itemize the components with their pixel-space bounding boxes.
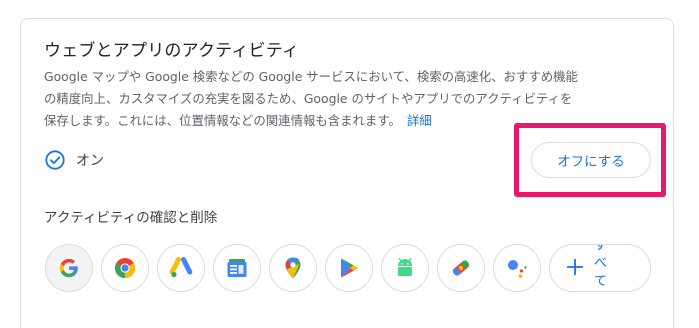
status-label: オン: [76, 153, 104, 169]
app-chip-assistant[interactable]: [493, 244, 541, 292]
google-news-icon: [225, 256, 249, 280]
show-all-button[interactable]: すべて表示: [549, 244, 651, 292]
app-chip-play[interactable]: [325, 244, 373, 292]
app-chip-android[interactable]: [381, 244, 429, 292]
plus-icon: [564, 256, 586, 278]
google-ads-icon: [169, 256, 193, 280]
activity-status: オン: [44, 146, 104, 174]
show-all-label: すべて表示: [594, 244, 608, 289]
google-play-icon: [337, 256, 361, 280]
google-assistant-icon: [505, 256, 529, 280]
app-chip-google[interactable]: [45, 244, 93, 292]
app-chip-maps[interactable]: [269, 244, 317, 292]
app-chip-chrome[interactable]: [101, 244, 149, 292]
app-chip-news[interactable]: [213, 244, 261, 292]
app-chip-ads[interactable]: [157, 244, 205, 292]
review-delete-title: アクティビティの確認と削除: [44, 210, 218, 226]
check-circle-icon: [44, 149, 66, 171]
google-lens-icon: [449, 256, 473, 280]
details-link[interactable]: 詳細: [407, 113, 432, 128]
google-maps-icon: [282, 256, 304, 280]
description-line-1: Google マップや Google 検索などの Google サービスにおいて…: [44, 69, 578, 84]
google-icon: [58, 257, 80, 279]
chrome-icon: [113, 256, 137, 280]
turn-off-button[interactable]: オフにする: [531, 142, 651, 178]
section-title: ウェブとアプリのアクティビティ: [44, 41, 300, 61]
app-chip-lens[interactable]: [437, 244, 485, 292]
android-icon: [393, 256, 417, 280]
description-line-2: の精度向上、カスタマイズの充実を図るため、Google のサイトやアプリでのアク…: [44, 91, 573, 106]
description-line-3-text: 保存します。これには、位置情報などの関連情報も含まれます。: [44, 113, 401, 128]
